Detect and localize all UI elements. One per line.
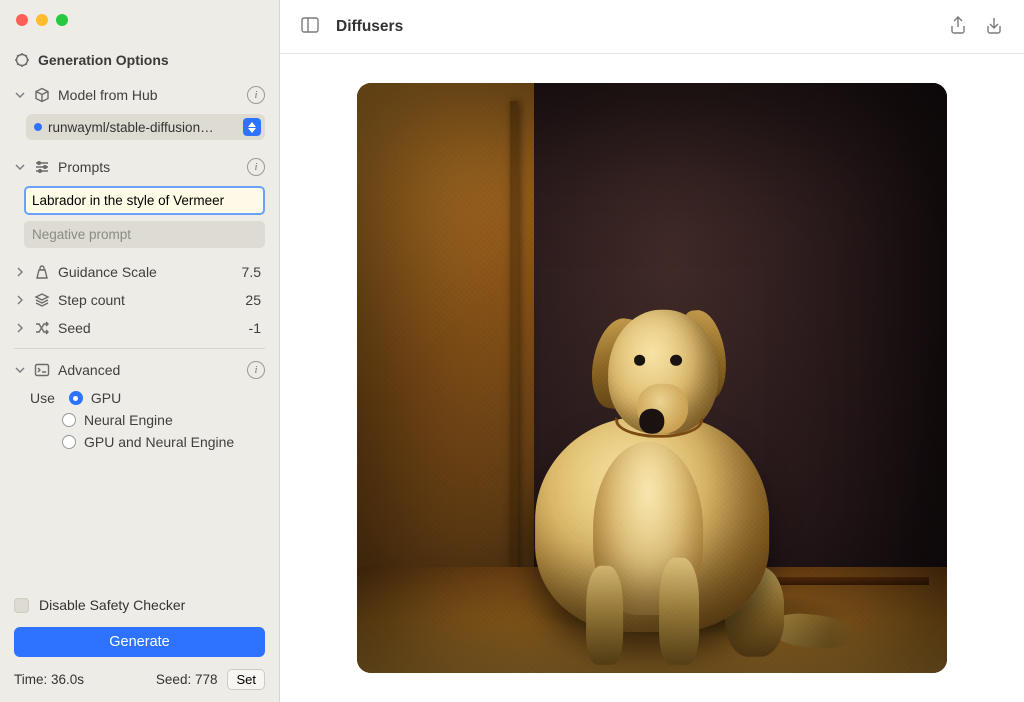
time-label: Time: 36.0s [14, 672, 146, 687]
shuffle-icon [34, 320, 50, 336]
model-select[interactable]: runwayml/stable-diffusion… [26, 114, 265, 140]
generated-image[interactable] [357, 83, 947, 673]
info-icon[interactable]: i [247, 86, 265, 104]
radio-neural-engine-label: Neural Engine [84, 412, 173, 428]
prompts-row[interactable]: Prompts i [0, 152, 279, 182]
gear-sliders-icon [14, 52, 30, 68]
prompts-label: Prompts [58, 159, 239, 175]
set-seed-button[interactable]: Set [227, 669, 265, 690]
terminal-icon [34, 362, 50, 378]
dropdown-stepper-icon[interactable] [243, 118, 261, 136]
fullscreen-window-button[interactable] [56, 14, 68, 26]
download-icon[interactable] [984, 15, 1004, 38]
status-dot-icon [34, 123, 42, 131]
safety-row: Disable Safety Checker [0, 589, 279, 621]
share-icon[interactable] [948, 15, 968, 38]
toolbar: Diffusers [280, 0, 1024, 54]
step-count-value: 25 [245, 292, 261, 308]
radio-gpu-and-neural-engine[interactable] [62, 435, 76, 449]
radio-neural-engine[interactable] [62, 413, 76, 427]
chevron-right-icon [14, 295, 26, 305]
guidance-scale-value: 7.5 [242, 264, 261, 280]
model-label: Model from Hub [58, 87, 239, 103]
weight-icon [34, 264, 50, 280]
sidebar: Generation Options Model from Hub i runw… [0, 0, 280, 702]
divider [14, 348, 265, 349]
toggle-sidebar-icon[interactable] [300, 15, 320, 38]
chevron-right-icon [14, 323, 26, 333]
generation-options-title: Generation Options [38, 52, 169, 68]
advanced-label: Advanced [58, 362, 239, 378]
guidance-scale-label: Guidance Scale [58, 264, 234, 280]
step-count-label: Step count [58, 292, 237, 308]
main-area: Diffusers [280, 0, 1024, 702]
model-selected-text: runwayml/stable-diffusion… [48, 120, 237, 135]
generate-button[interactable]: Generate [14, 627, 265, 657]
minimize-window-button[interactable] [36, 14, 48, 26]
app-title: Diffusers [336, 18, 403, 36]
info-icon[interactable]: i [247, 361, 265, 379]
advanced-row[interactable]: Advanced i [0, 355, 279, 385]
radio-gpu-and-neural-engine-label: GPU and Neural Engine [84, 434, 234, 450]
cube-icon [34, 87, 50, 103]
close-window-button[interactable] [16, 14, 28, 26]
positive-prompt-input[interactable] [24, 186, 265, 215]
radio-gpu-label: GPU [91, 390, 121, 406]
window-controls [0, 0, 279, 44]
chevron-down-icon [14, 365, 26, 375]
model-row[interactable]: Model from Hub i [0, 80, 279, 110]
generation-options-header: Generation Options [0, 44, 279, 80]
canvas [280, 54, 1024, 702]
chevron-down-icon [14, 162, 26, 172]
step-count-row[interactable]: Step count 25 [0, 286, 279, 314]
seed-label: Seed [58, 320, 241, 336]
compute-unit-group: Use GPU Neural Engine GPU and Neural Eng… [0, 385, 279, 457]
seed-status-label: Seed: 778 [156, 672, 218, 687]
info-icon[interactable]: i [247, 158, 265, 176]
stack-icon [34, 292, 50, 308]
chevron-right-icon [14, 267, 26, 277]
disable-safety-checkbox[interactable] [14, 598, 29, 613]
guidance-scale-row[interactable]: Guidance Scale 7.5 [0, 258, 279, 286]
disable-safety-label: Disable Safety Checker [39, 597, 185, 613]
sliders-icon [34, 159, 50, 175]
radio-gpu[interactable] [69, 391, 83, 405]
negative-prompt-input[interactable] [24, 221, 265, 248]
seed-value: -1 [249, 320, 261, 336]
use-label: Use [30, 390, 55, 406]
status-footer: Time: 36.0s Seed: 778 Set [0, 663, 279, 702]
chevron-down-icon [14, 90, 26, 100]
seed-row[interactable]: Seed -1 [0, 314, 279, 342]
